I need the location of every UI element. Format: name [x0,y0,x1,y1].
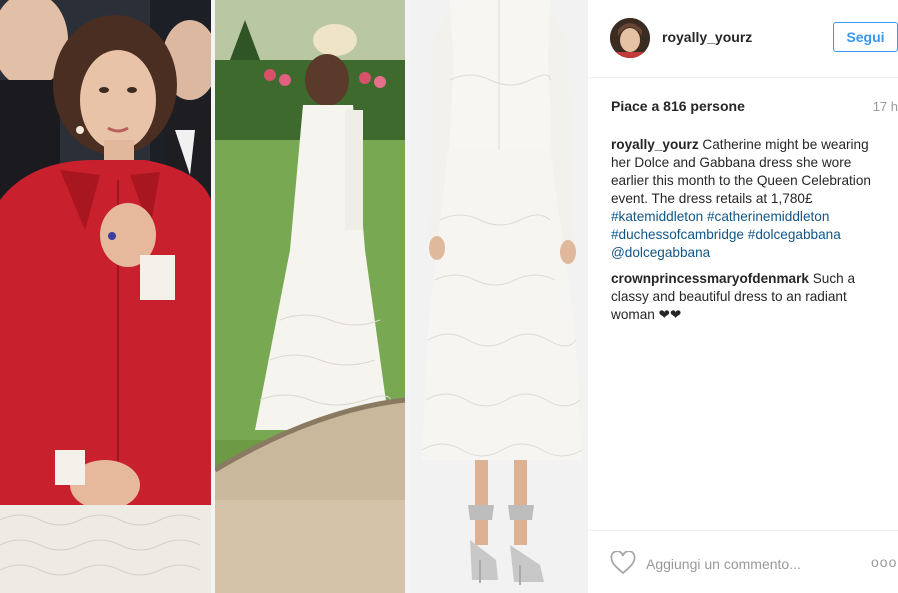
likes-count[interactable]: Piace a 816 persone [611,98,745,114]
caption: royally_yourz Catherine might be wearing… [611,136,881,262]
mention-link[interactable]: @dolcegabbana [611,245,710,260]
post-time[interactable]: 17 h [873,99,898,114]
comment-username[interactable]: crownprincessmaryofdenmark [611,271,809,286]
post-header: royally_yourz Segui [588,0,898,78]
hashtag-link[interactable]: #catherinemiddleton [707,209,829,224]
hashtag-link[interactable]: #dolcegabbana [748,227,841,242]
comment-input[interactable] [646,553,846,575]
photo-panel-product [410,0,588,593]
photo-panel-red-jacket [0,0,211,593]
hashtag-link[interactable]: #duchessofcambridge [611,227,744,242]
caption-username[interactable]: royally_yourz [611,137,699,152]
post-sidebar: royally_yourz Segui Piace a 816 persone … [588,0,898,593]
avatar[interactable] [610,18,650,58]
comments-list: royally_yourz Catherine might be wearing… [611,136,881,332]
more-options-icon[interactable]: ooo [871,554,897,570]
comment-item: crownprincessmaryofdenmark Such a classy… [611,270,881,324]
hashtag-link[interactable]: #katemiddleton [611,209,703,224]
post-image[interactable] [0,0,588,593]
photo-panel-lawn [215,0,405,593]
post-footer: ooo [588,530,898,593]
author-username[interactable]: royally_yourz [662,29,752,45]
follow-button[interactable]: Segui [833,22,898,52]
heart-outline-icon[interactable] [610,550,636,575]
likes-row: Piace a 816 persone 17 h [611,98,898,118]
